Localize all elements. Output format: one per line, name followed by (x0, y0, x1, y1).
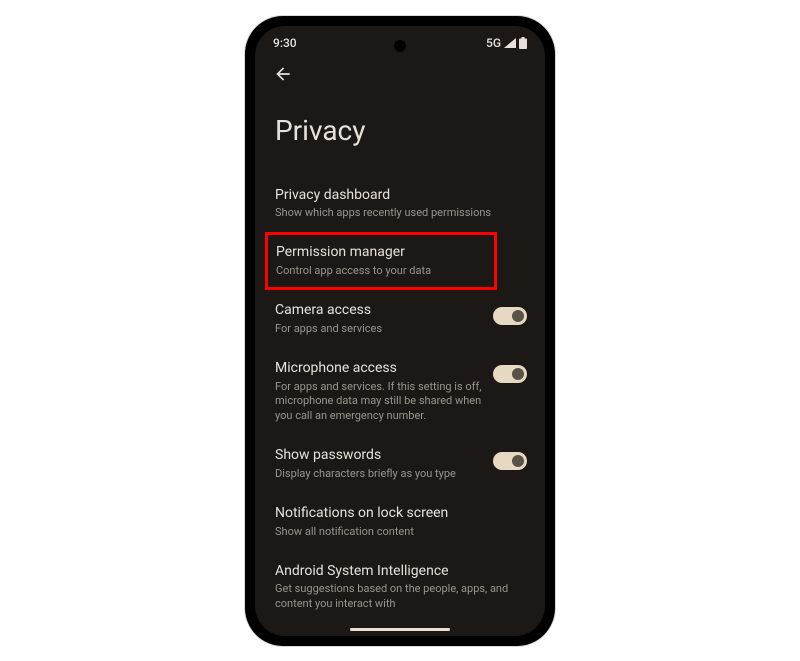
page-title: Privacy (275, 114, 527, 147)
setting-microphone-access[interactable]: Microphone access For apps and services.… (273, 348, 527, 435)
setting-title: Privacy dashboard (275, 186, 527, 205)
setting-text: Permission manager Control app access to… (276, 243, 484, 279)
phone-frame: 9:30 5G Privacy Privacy dashboard (245, 16, 555, 646)
setting-text: Camera access For apps and services (275, 301, 483, 337)
setting-subtitle: Control app access to your data (276, 264, 484, 279)
setting-subtitle: For apps and services (275, 322, 483, 337)
microphone-access-toggle[interactable] (493, 365, 527, 383)
show-passwords-toggle[interactable] (493, 452, 527, 470)
arrow-left-icon (273, 64, 293, 84)
setting-subtitle: For apps and services. If this setting i… (275, 380, 483, 425)
setting-subtitle: Get suggestions based on the people, app… (275, 582, 527, 612)
battery-icon (519, 37, 527, 49)
signal-icon (504, 38, 516, 48)
back-button[interactable] (273, 64, 293, 88)
phone-screen: 9:30 5G Privacy Privacy dashboard (255, 26, 545, 636)
setting-lock-screen-notifications[interactable]: Notifications on lock screen Show all no… (273, 493, 527, 551)
setting-title: Personalize using app data (275, 634, 483, 635)
setting-title: Show passwords (275, 446, 483, 465)
setting-text: Show passwords Display characters briefl… (275, 446, 483, 482)
setting-subtitle: Show all notification content (275, 525, 527, 540)
setting-title: Notifications on lock screen (275, 504, 527, 523)
setting-android-system-intelligence[interactable]: Android System Intelligence Get suggesti… (273, 551, 527, 624)
setting-subtitle: Show which apps recently used permission… (275, 206, 527, 221)
camera-hole (394, 40, 406, 52)
camera-access-toggle[interactable] (493, 307, 527, 325)
setting-camera-access[interactable]: Camera access For apps and services (273, 290, 527, 348)
setting-text: Android System Intelligence Get suggesti… (275, 562, 527, 613)
setting-title: Permission manager (276, 243, 484, 262)
nav-indicator[interactable] (350, 628, 450, 631)
status-time: 9:30 (273, 36, 297, 50)
network-label: 5G (486, 36, 501, 50)
status-right: 5G (486, 36, 527, 50)
setting-subtitle: Display characters briefly as you type (275, 467, 483, 482)
toolbar (255, 54, 545, 88)
setting-permission-manager[interactable]: Permission manager Control app access to… (265, 232, 497, 290)
setting-show-passwords[interactable]: Show passwords Display characters briefl… (273, 435, 527, 493)
setting-title: Microphone access (275, 359, 483, 378)
setting-text: Microphone access For apps and services.… (275, 359, 483, 424)
content[interactable]: Privacy Privacy dashboard Show which app… (255, 88, 545, 636)
setting-title: Camera access (275, 301, 483, 320)
setting-text: Personalize using app data (275, 634, 483, 635)
setting-text: Privacy dashboard Show which apps recent… (275, 186, 527, 222)
setting-text: Notifications on lock screen Show all no… (275, 504, 527, 540)
setting-privacy-dashboard[interactable]: Privacy dashboard Show which apps recent… (273, 175, 527, 233)
setting-title: Android System Intelligence (275, 562, 527, 581)
